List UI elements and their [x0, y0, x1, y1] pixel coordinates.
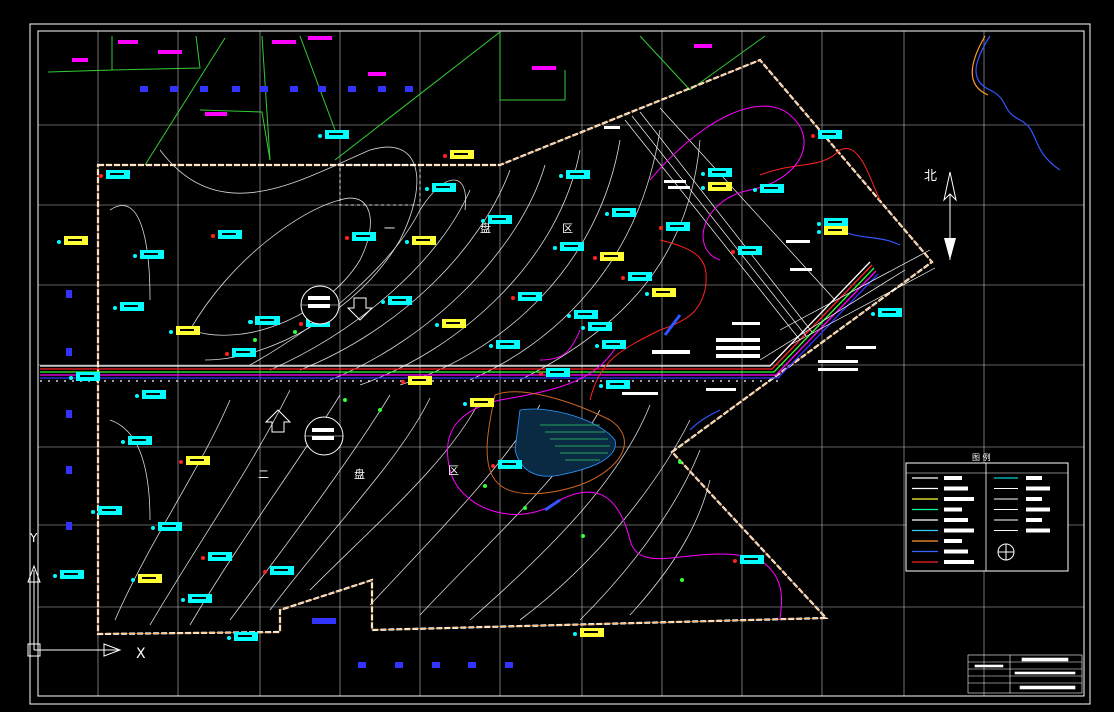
station-label	[489, 340, 520, 349]
station-label	[811, 130, 842, 139]
station-label	[435, 319, 466, 328]
station-label	[133, 250, 164, 259]
cad-drawing-canvas[interactable]: 一 盘 区 二 盘 区 北 图 例 Y X	[0, 0, 1114, 712]
zone-one-char-3: 区	[562, 222, 573, 235]
station-label	[593, 252, 624, 261]
station-label	[871, 308, 902, 317]
station-label	[69, 372, 100, 381]
station-label	[91, 506, 122, 515]
station-label	[57, 236, 88, 245]
mine-shaft-two	[304, 416, 344, 456]
ucs-axis-icon: Y X	[27, 531, 146, 662]
blue-segment-2	[544, 498, 561, 512]
station-label	[817, 218, 848, 227]
station-label	[621, 272, 652, 281]
station-label	[263, 566, 294, 575]
station-label	[605, 208, 636, 217]
mine-shaft-one	[300, 285, 340, 325]
station-label	[733, 555, 764, 564]
station-label	[151, 522, 182, 531]
station-label	[599, 380, 630, 389]
station-label	[559, 170, 590, 179]
blue-segment	[663, 314, 682, 336]
station-label	[169, 326, 200, 335]
flow-arrow-down	[346, 297, 374, 321]
station-label	[318, 130, 349, 139]
station-label	[53, 570, 84, 579]
axis-y-label: Y	[29, 531, 38, 545]
dashed-block	[339, 164, 421, 206]
zone-two-char-2: 盘	[354, 467, 365, 481]
north-arrow-icon: 北	[924, 169, 957, 260]
station-label	[99, 170, 130, 179]
water-body	[514, 408, 616, 477]
station-label	[645, 288, 676, 297]
station-label	[553, 242, 584, 251]
zone-two-label: 二 盘 区	[258, 464, 459, 481]
station-label	[443, 150, 474, 159]
station-label	[491, 460, 522, 469]
river	[689, 35, 1061, 431]
station-label	[595, 340, 626, 349]
station-label	[179, 456, 210, 465]
station-label	[567, 310, 598, 319]
mine-shaft-icon	[997, 543, 1015, 561]
north-label: 北	[924, 169, 937, 184]
green-markers	[253, 330, 684, 582]
station-label	[701, 182, 732, 191]
station-label	[463, 398, 494, 407]
zone-two-char-3: 区	[448, 464, 459, 477]
title-block	[967, 654, 1083, 694]
legend-table: 图 例	[905, 452, 1069, 572]
station-label	[701, 168, 732, 177]
station-label	[659, 222, 690, 231]
station-label	[227, 632, 258, 641]
station-label	[135, 390, 166, 399]
station-label	[345, 232, 376, 241]
zone-two-char-1: 二	[258, 468, 269, 481]
magenta-curves	[446, 105, 805, 621]
station-label	[405, 236, 436, 245]
station-label	[131, 574, 162, 583]
station-label	[201, 552, 232, 561]
junction-blocks	[604, 126, 876, 395]
station-label	[225, 348, 256, 357]
station-label	[511, 292, 542, 301]
station-label	[817, 226, 848, 235]
legend-title: 图 例	[972, 452, 991, 462]
station-label	[121, 436, 152, 445]
station-label	[573, 628, 604, 637]
station-label	[425, 183, 456, 192]
zone-one-char-2: 盘	[480, 221, 491, 235]
zone-one-char-1: 一	[384, 222, 395, 235]
station-label	[249, 316, 280, 325]
survey-station-labels	[53, 130, 902, 641]
station-label	[211, 230, 242, 239]
station-label	[113, 302, 144, 311]
axis-x-label: X	[136, 646, 146, 662]
diagonal-corridor	[624, 107, 936, 361]
station-label	[581, 322, 612, 331]
station-label	[181, 594, 212, 603]
magenta-tags	[72, 36, 712, 116]
